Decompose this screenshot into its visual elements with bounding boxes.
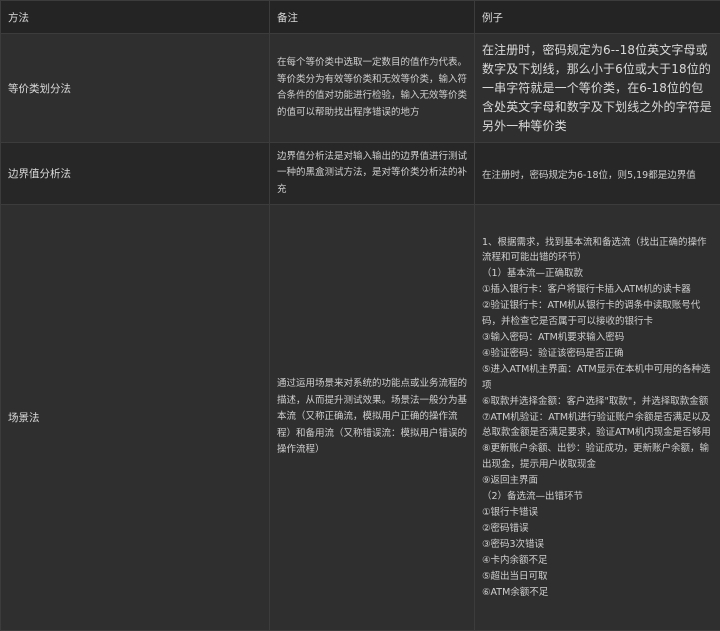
example-line: ⑤超出当日可取 xyxy=(482,569,713,585)
table-header-row: 方法 备注 例子 xyxy=(1,1,720,34)
example-line: ④卡内余额不足 xyxy=(482,553,713,569)
header-example: 例子 xyxy=(475,1,720,34)
example-line: ①银行卡错误 xyxy=(482,505,713,521)
example-line: ⑧更新账户余额、出钞：验证成功，更新账户余额，输出现金，提示用户收取现金 xyxy=(482,441,713,473)
example-cell: 1、根据需求，找到基本流和备选流（找出正确的操作流程和可能出错的环节） （1）基… xyxy=(475,205,720,631)
example-line: （1）基本流—正确取款 xyxy=(482,266,713,282)
example-line: ②验证银行卡：ATM机从银行卡的调条中读取账号代码，并检查它是否属于可以接收的银… xyxy=(482,298,713,330)
table-row: 等价类划分法 在每个等价类中选取一定数目的值作为代表。等价类分为有效等价类和无效… xyxy=(1,34,720,143)
header-method: 方法 xyxy=(1,1,270,34)
example-line: ②密码错误 xyxy=(482,521,713,537)
example-cell: 在注册时，密码规定为6--18位英文字母或数字及下划线，那么小于6位或大于18位… xyxy=(475,34,720,143)
example-line: 1、根据需求，找到基本流和备选流（找出正确的操作流程和可能出错的环节） xyxy=(482,235,713,267)
example-line: ⑥ATM余额不足 xyxy=(482,585,713,601)
table-row: 边界值分析法 边界值分析法是对输入输出的边界值进行测试一种的黑盒测试方法，是对等… xyxy=(1,143,720,205)
example-line: ⑤进入ATM机主界面：ATM显示在本机中可用的各种选项 xyxy=(482,362,713,394)
test-methods-table: 方法 备注 例子 等价类划分法 在每个等价类中选取一定数目的值作为代表。等价类分… xyxy=(0,0,720,631)
example-line: ①插入银行卡：客户将银行卡插入ATM机的读卡器 xyxy=(482,282,713,298)
example-line: ⑥取款并选择金额：客户选择"取款"，并选择取款金额 xyxy=(482,394,713,410)
example-line: （2）备选流—出错环节 xyxy=(482,489,713,505)
example-line: ⑦ATM机验证：ATM机进行验证账户余额是否满足以及总取款金额是否满足要求，验证… xyxy=(482,410,713,442)
header-note: 备注 xyxy=(270,1,475,34)
method-cell: 边界值分析法 xyxy=(1,143,270,205)
example-line: ③密码3次错误 xyxy=(482,537,713,553)
note-cell: 通过运用场景来对系统的功能点或业务流程的描述，从而提升测试效果。场景法一般分为基… xyxy=(270,205,475,631)
method-cell: 等价类划分法 xyxy=(1,34,270,143)
example-line: ④验证密码：验证该密码是否正确 xyxy=(482,346,713,362)
note-cell: 边界值分析法是对输入输出的边界值进行测试一种的黑盒测试方法，是对等价类分析法的补… xyxy=(270,143,475,205)
example-line: ③输入密码：ATM机要求输入密码 xyxy=(482,330,713,346)
note-cell: 在每个等价类中选取一定数目的值作为代表。等价类分为有效等价类和无效等价类，输入符… xyxy=(270,34,475,143)
example-cell: 在注册时，密码规定为6-18位，则5,19都是边界值 xyxy=(475,143,720,205)
table-row: 场景法 通过运用场景来对系统的功能点或业务流程的描述，从而提升测试效果。场景法一… xyxy=(1,205,720,631)
method-cell: 场景法 xyxy=(1,205,270,631)
example-line: ⑨返回主界面 xyxy=(482,473,713,489)
